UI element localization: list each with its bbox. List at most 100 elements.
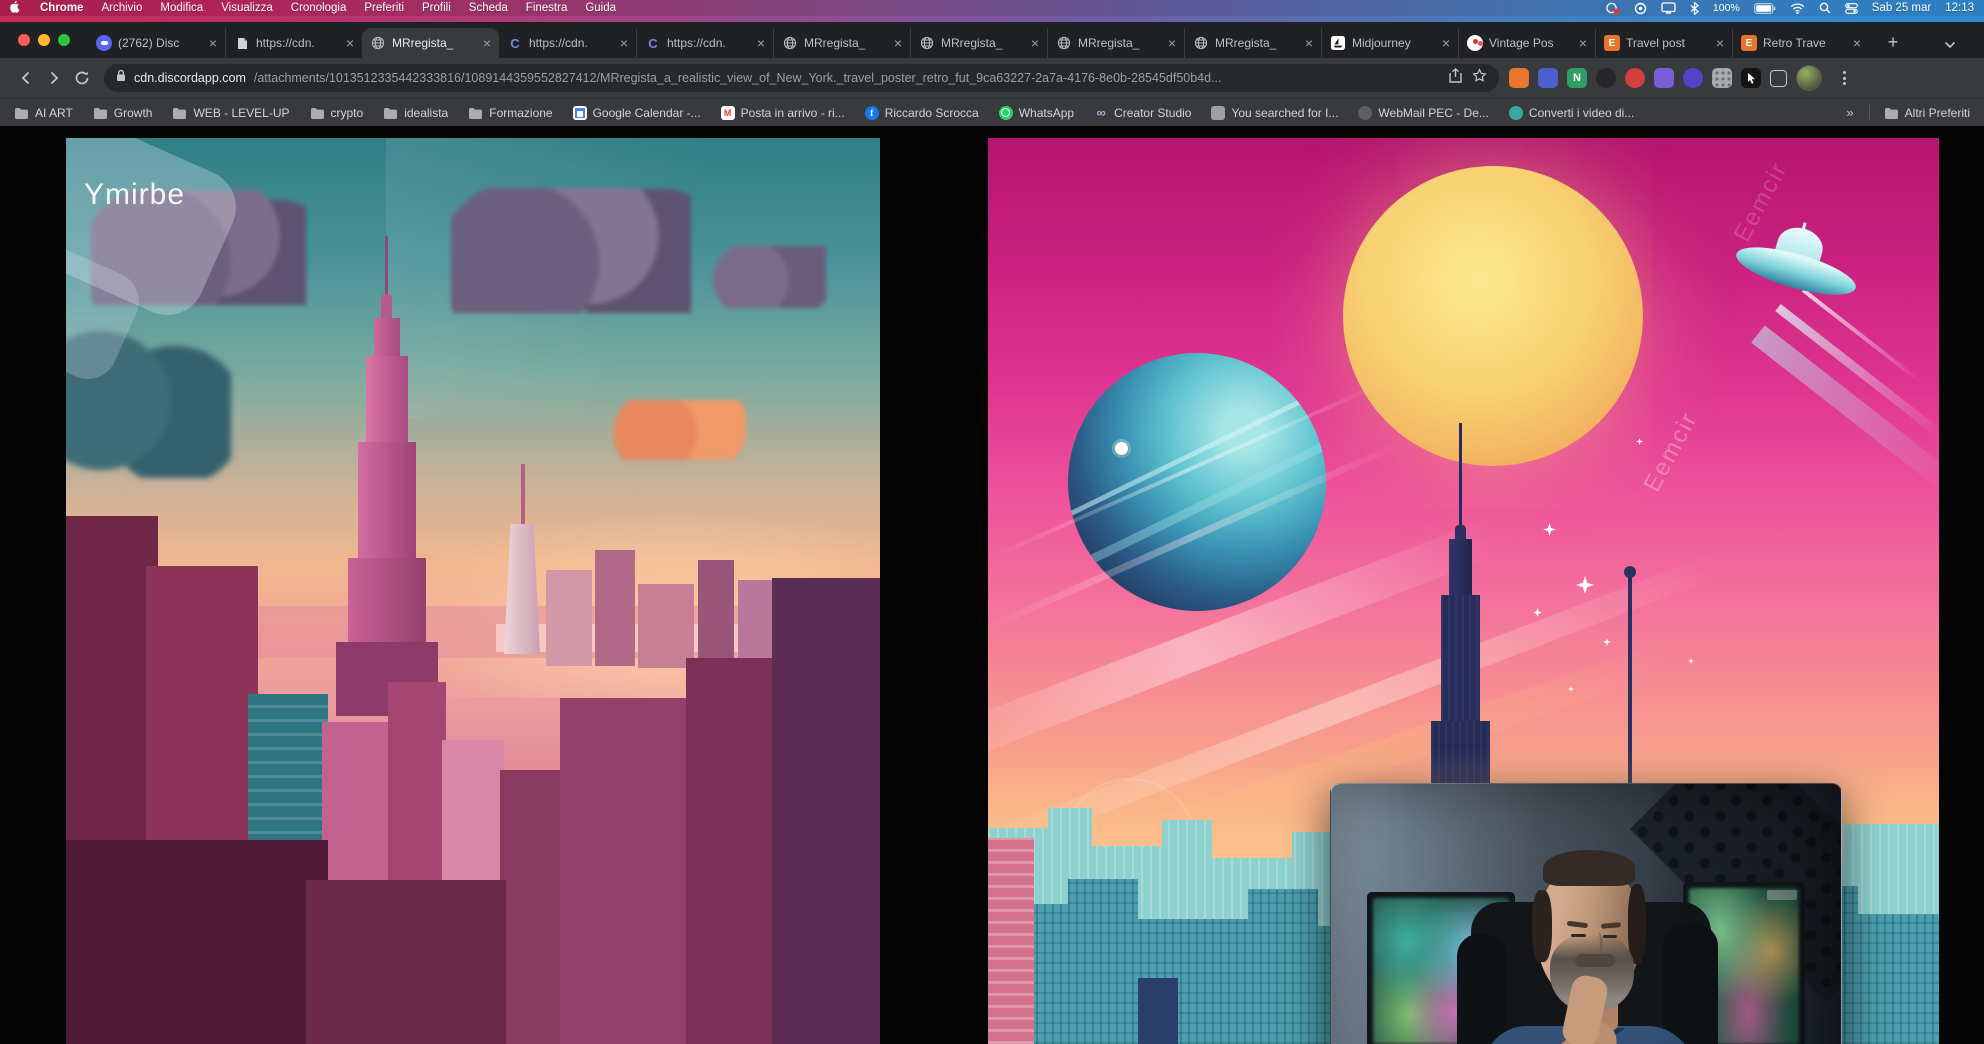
indigo-extension-icon[interactable]: [1683, 68, 1703, 88]
share-icon[interactable]: [1449, 68, 1462, 88]
menu-item-preferiti[interactable]: Preferiti: [364, 2, 404, 14]
url-domain: cdn.discordapp.com: [134, 71, 246, 85]
bookmark-folder-crypto[interactable]: crypto: [310, 106, 364, 120]
wifi-icon[interactable]: [1790, 3, 1805, 14]
tab-close-icon[interactable]: [1853, 36, 1861, 50]
bookmark-folder-ai-art[interactable]: AI ART: [14, 106, 73, 120]
tab-close-icon[interactable]: [620, 36, 628, 50]
tab-discord[interactable]: (2762) Disc: [88, 28, 225, 58]
bookmark-webmail-pec[interactable]: WebMail PEC - De...: [1358, 106, 1488, 120]
minimize-window-button[interactable]: [38, 34, 50, 46]
bookmark-folder-formazione[interactable]: Formazione: [468, 106, 552, 120]
pointer-extension-icon[interactable]: [1741, 68, 1761, 88]
tab-close-icon[interactable]: [1442, 36, 1450, 50]
tab-midjourney[interactable]: Midjourney: [1321, 28, 1458, 58]
menu-item-visualizza[interactable]: Visualizza: [221, 2, 273, 14]
bookmark-label: crypto: [331, 106, 364, 120]
dark-extension-icon[interactable]: [1596, 68, 1616, 88]
crescent-icon: [507, 35, 523, 51]
tab-title: MRregista_: [1078, 36, 1162, 50]
address-bar[interactable]: cdn.discordapp.com /attachments/10135123…: [104, 64, 1499, 92]
bookmark-label: WhatsApp: [1019, 106, 1074, 120]
tab-mrregista-active[interactable]: MRregista_: [362, 28, 499, 58]
tab-mrregista[interactable]: MRregista_: [1184, 28, 1321, 58]
bookmark-folder-idealista[interactable]: idealista: [383, 106, 448, 120]
bookmarks-overflow-button[interactable]: »: [1846, 105, 1854, 120]
bookmarks-bar: AI ART Growth WEB - LEVEL-UP crypto idea…: [0, 98, 1984, 126]
control-center-icon[interactable]: [1845, 3, 1858, 14]
macos-menu-bar: Chrome Archivio Modifica Visualizza Cron…: [0, 0, 1984, 16]
bookmark-folder-web-level-up[interactable]: WEB - LEVEL-UP: [172, 106, 289, 120]
menu-item-cronologia[interactable]: Cronologia: [291, 2, 347, 14]
menu-item-guida[interactable]: Guida: [585, 2, 616, 14]
tab-etsy-travel-posters[interactable]: Travel post: [1595, 28, 1732, 58]
red-extension-icon[interactable]: [1625, 68, 1645, 88]
left-poster-image[interactable]: Ymirbe: [66, 138, 880, 1044]
tab-close-icon[interactable]: [1305, 36, 1313, 50]
apple-logo-icon[interactable]: [10, 1, 22, 15]
back-button[interactable]: [12, 64, 40, 92]
menu-item-finestra[interactable]: Finestra: [526, 2, 568, 14]
bookmark-gmail-inbox[interactable]: Posta in arrivo - ri...: [721, 106, 845, 120]
webcam-overlay: [1330, 783, 1842, 1044]
zoom-window-button[interactable]: [58, 34, 70, 46]
tab-etsy-retro-travel[interactable]: Retro Trave: [1732, 28, 1869, 58]
menu-date[interactable]: Sab 25 mar: [1872, 2, 1931, 14]
profile-avatar[interactable]: [1796, 65, 1822, 91]
bookmark-search-result[interactable]: You searched for I...: [1211, 106, 1338, 120]
blue-extension-icon[interactable]: [1538, 68, 1558, 88]
tab-mrregista[interactable]: MRregista_: [1047, 28, 1184, 58]
bookmark-whatsapp[interactable]: WhatsApp: [999, 106, 1074, 120]
tab-cdn-image[interactable]: https://cdn.: [225, 28, 362, 58]
bookmark-video-converter[interactable]: Converti i video di...: [1509, 106, 1634, 120]
menu-item-archivio[interactable]: Archivio: [101, 2, 142, 14]
menu-item-profili[interactable]: Profili: [422, 2, 451, 14]
close-window-button[interactable]: [18, 34, 30, 46]
screen-record-icon[interactable]: [1605, 2, 1620, 15]
bookmark-folder-growth[interactable]: Growth: [93, 106, 153, 120]
menu-app-name[interactable]: Chrome: [40, 2, 83, 14]
tab-cdn-image[interactable]: https://cdn.: [636, 28, 773, 58]
bookmark-creator-studio[interactable]: Creator Studio: [1094, 106, 1191, 120]
tab-close-icon[interactable]: [483, 36, 491, 50]
battery-icon[interactable]: [1754, 3, 1776, 14]
reload-button[interactable]: [68, 64, 96, 92]
other-bookmarks-label: Altri Preferiti: [1905, 106, 1970, 120]
dark-site-icon: [1358, 106, 1372, 120]
forward-button[interactable]: [40, 64, 68, 92]
bookmark-google-calendar[interactable]: Google Calendar -...: [573, 106, 701, 120]
menu-item-scheda[interactable]: Scheda: [469, 2, 508, 14]
tab-vintage-posters[interactable]: Vintage Pos: [1458, 28, 1595, 58]
tab-strip: (2762) Disc https://cdn. MRregista_ http…: [0, 22, 1984, 58]
grid-extension-icon[interactable]: [1712, 68, 1732, 88]
purple-extension-icon[interactable]: [1654, 68, 1674, 88]
tab-close-icon[interactable]: [1168, 36, 1176, 50]
chrome-menu-icon[interactable]: [1839, 67, 1850, 89]
menu-item-modifica[interactable]: Modifica: [160, 2, 203, 14]
tab-close-icon[interactable]: [894, 36, 902, 50]
tab-close-icon[interactable]: [209, 36, 217, 50]
tab-mrregista[interactable]: MRregista_: [910, 28, 1047, 58]
frame-extension-icon[interactable]: [1770, 70, 1787, 87]
tab-close-icon[interactable]: [1031, 36, 1039, 50]
tab-cdn-image[interactable]: https://cdn.: [499, 28, 636, 58]
tab-close-icon[interactable]: [1716, 36, 1724, 50]
menu-time[interactable]: 12:13: [1945, 2, 1974, 14]
tab-mrregista[interactable]: MRregista_: [773, 28, 910, 58]
other-bookmarks-button[interactable]: Altri Preferiti: [1884, 106, 1970, 120]
display-icon[interactable]: [1661, 2, 1676, 14]
search-icon[interactable]: [1819, 2, 1831, 14]
whatsapp-icon: [999, 106, 1013, 120]
bookmark-star-icon[interactable]: [1472, 68, 1487, 88]
new-tab-button[interactable]: +: [1880, 30, 1906, 54]
bookmark-facebook-profile[interactable]: Riccardo Scrocca: [865, 106, 979, 120]
tab-close-icon[interactable]: [1579, 36, 1587, 50]
cloud: [451, 188, 691, 313]
tab-search-chevron-icon[interactable]: [1944, 36, 1956, 54]
shortcut-circle-icon[interactable]: [1634, 2, 1647, 15]
tab-close-icon[interactable]: [346, 36, 354, 50]
bluetooth-icon[interactable]: [1690, 2, 1699, 15]
tab-close-icon[interactable]: [757, 36, 765, 50]
fox-extension-icon[interactable]: [1509, 68, 1529, 88]
green-n-extension-icon[interactable]: N: [1567, 68, 1587, 88]
